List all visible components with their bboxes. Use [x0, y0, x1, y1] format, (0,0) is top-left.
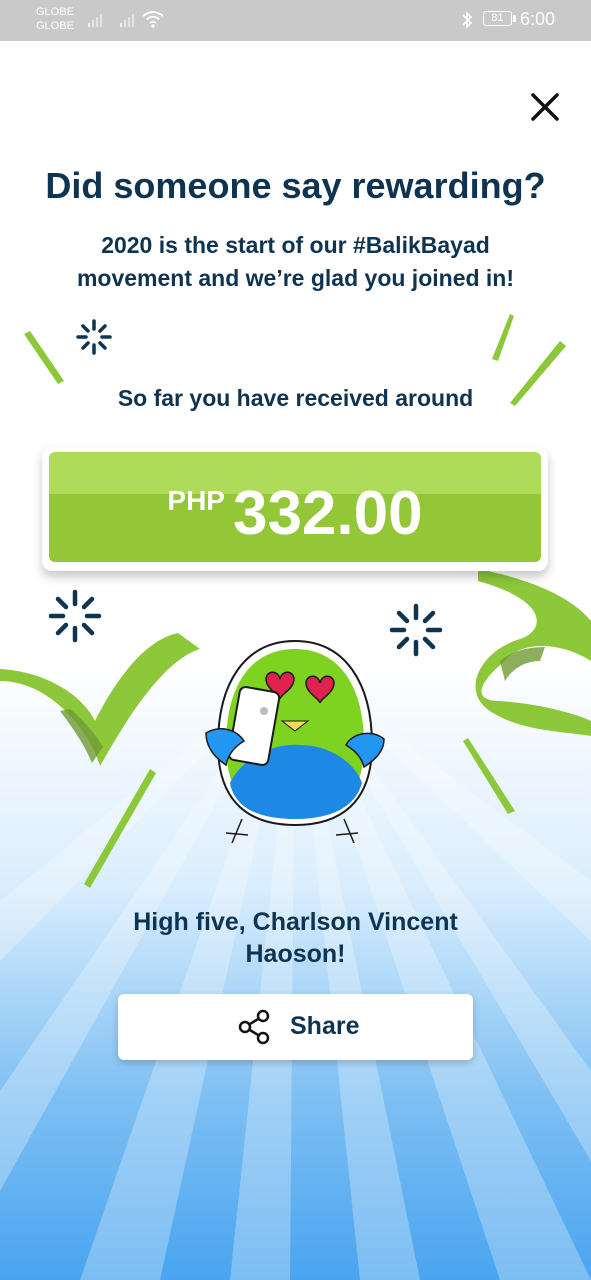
- status-bar: GLOBE GLOBE 81 6:00: [0, 0, 591, 41]
- wifi-icon: [142, 11, 164, 28]
- received-label: So far you have received around: [117, 385, 474, 411]
- battery-tip: [513, 15, 516, 22]
- amount-text: PHP 332.00: [49, 452, 541, 562]
- rewards-modal: Did someone say rewarding? 2020 is the s…: [0, 41, 591, 1280]
- signal-icon: [120, 14, 134, 27]
- share-button[interactable]: Share: [118, 994, 473, 1060]
- greeting-line-2: Haoson!: [245, 940, 346, 968]
- close-icon[interactable]: [525, 87, 565, 127]
- modal-subtitle: 2020 is the start of our #BalikBayad mov…: [0, 229, 591, 295]
- amount-banner: PHP 332.00: [49, 452, 541, 562]
- status-time: 6:00: [520, 9, 556, 29]
- confetti-slash: [492, 314, 514, 361]
- sparkle-burst: [76, 319, 112, 355]
- carrier-labels: GLOBE GLOBE: [36, 5, 74, 33]
- carrier-1: GLOBE: [36, 6, 74, 18]
- share-button-label: Share: [290, 1012, 360, 1040]
- modal-title: Did someone say rewarding?: [45, 165, 546, 206]
- amount-card: PHP 332.00: [42, 447, 548, 571]
- share-icon: [238, 1009, 270, 1045]
- amount-currency: PHP: [167, 485, 225, 516]
- bird-mascot-illustration: [205, 639, 385, 843]
- confetti-slash: [24, 331, 64, 384]
- signal-icon: [88, 14, 102, 27]
- greeting-line-1: High five, Charlson Vincent: [133, 908, 458, 936]
- sparkle-burst: [48, 589, 102, 643]
- subtitle-line-2: movement and we’re glad you joined in!: [76, 265, 515, 291]
- amount-value: 332.00: [232, 479, 423, 548]
- bluetooth-icon: [462, 11, 473, 29]
- greeting-text: High five, Charlson Vincent Haoson!: [0, 906, 591, 970]
- subtitle-line-1: 2020 is the start of our #BalikBayad: [101, 232, 490, 258]
- battery-icon: 81: [483, 11, 512, 26]
- carrier-2: GLOBE: [36, 20, 74, 32]
- battery-level: 81: [491, 12, 504, 24]
